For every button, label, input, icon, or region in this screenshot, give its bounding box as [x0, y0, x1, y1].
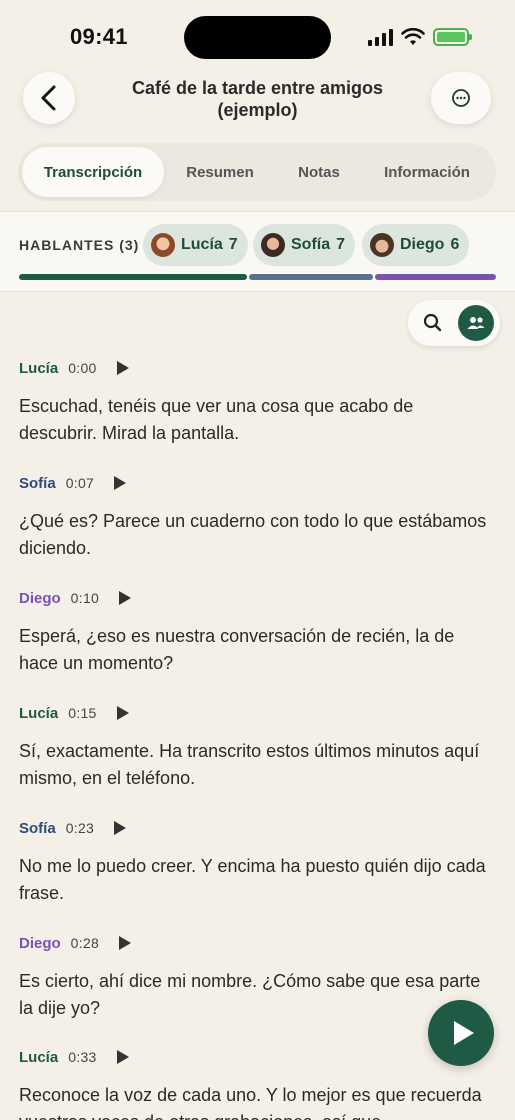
speaker-chip-name: Diego	[400, 236, 445, 253]
speaker-share-segment	[375, 274, 496, 280]
play-icon	[453, 1021, 474, 1045]
chevron-left-icon	[41, 85, 56, 111]
tab-transcripcion[interactable]: Transcripción	[22, 147, 164, 197]
entry-text: Esperá, ¿eso es nuestra conversación de …	[19, 626, 455, 673]
people-icon	[467, 317, 485, 329]
play-icon[interactable]	[119, 936, 132, 950]
speaker-share-segment	[19, 274, 247, 280]
transcript-tools	[408, 300, 500, 346]
play-icon[interactable]	[114, 821, 127, 835]
speaker-share-segment	[249, 274, 373, 280]
speaker-chip-diego[interactable]: Diego 6	[362, 224, 470, 266]
entry-speaker[interactable]: Lucía	[19, 705, 58, 722]
transcript-entry: Sofía 0:23 No me lo puedo creer. Y encim…	[19, 818, 489, 907]
speaker-chip-name: Sofía	[291, 236, 331, 253]
dynamic-island	[184, 16, 331, 59]
status-bar: 09:41	[0, 0, 515, 60]
entry-timestamp: 0:23	[65, 820, 95, 836]
play-icon[interactable]	[114, 476, 127, 490]
play-icon[interactable]	[119, 591, 132, 605]
speaker-chip-count: 6	[450, 236, 460, 253]
avatar	[370, 233, 394, 257]
tab-notas[interactable]: Notas	[276, 147, 362, 197]
entry-text: Sí, exactamente. Ha transcrito estos últ…	[19, 741, 480, 788]
entry-text: ¿Qué es? Parece un cuaderno con todo lo …	[19, 511, 487, 558]
entry-speaker[interactable]: Lucía	[19, 1049, 58, 1066]
entry-text: Escuchad, tenéis que ver una cosa que ac…	[19, 396, 414, 443]
status-icons	[368, 28, 472, 46]
avatar	[151, 233, 175, 257]
speaker-chip-sofia[interactable]: Sofía 7	[253, 224, 356, 266]
cellular-signal-icon	[368, 28, 393, 46]
avatar	[261, 233, 285, 257]
entry-speaker[interactable]: Diego	[19, 935, 61, 952]
entry-speaker[interactable]: Sofía	[19, 475, 56, 492]
entry-timestamp: 0:15	[68, 705, 97, 721]
battery-icon	[433, 28, 472, 46]
speaker-chip-count: 7	[228, 236, 238, 253]
transcript-entry: Sofía 0:07 ¿Qué es? Parece un cuaderno c…	[19, 473, 489, 562]
page-title: Café de la tarde entre amigos (ejemplo)	[131, 78, 384, 120]
entry-text: No me lo puedo creer. Y encima ha puesto…	[19, 856, 486, 903]
tab-informacion[interactable]: Información	[362, 147, 492, 197]
entry-timestamp: 0:33	[68, 1049, 97, 1065]
entry-timestamp: 0:07	[65, 475, 95, 491]
speaker-chip-name: Lucía	[181, 236, 223, 253]
entry-timestamp: 0:10	[70, 590, 100, 606]
speaker-chip-lucia[interactable]: Lucía 7	[143, 224, 248, 266]
back-button[interactable]	[23, 72, 75, 124]
more-options-button[interactable]	[431, 72, 491, 124]
speakers-label: HABLANTES (3)	[19, 237, 140, 253]
play-button[interactable]	[428, 1000, 494, 1066]
entry-speaker[interactable]: Sofía	[19, 820, 56, 837]
entry-timestamp: 0:28	[70, 935, 100, 951]
entry-timestamp: 0:00	[68, 360, 97, 376]
search-icon[interactable]	[422, 312, 444, 334]
tab-bar: Transcripción Resumen Notas Información	[18, 143, 496, 201]
entry-speaker[interactable]: Lucía	[19, 360, 58, 377]
speakers-filter-button[interactable]	[458, 305, 494, 341]
tab-resumen[interactable]: Resumen	[164, 147, 276, 197]
entry-speaker[interactable]: Diego	[19, 590, 61, 607]
wifi-icon	[401, 28, 425, 45]
play-icon[interactable]	[116, 706, 129, 720]
transcript-entry: Lucía 0:33 Reconoce la voz de cada uno. …	[19, 1047, 489, 1120]
transcript-entry: Diego 0:10 Esperá, ¿eso es nuestra conve…	[19, 588, 489, 677]
transcript-entry: Diego 0:28 Es cierto, ahí dice mi nombre…	[19, 933, 489, 1022]
entry-text: Es cierto, ahí dice mi nombre. ¿Cómo sab…	[19, 971, 481, 1018]
ellipsis-circle-icon	[452, 89, 470, 107]
play-icon[interactable]	[116, 1050, 129, 1064]
play-icon[interactable]	[116, 361, 129, 375]
transcript-entry: Lucía 0:00 Escuchad, tenéis que ver una …	[19, 358, 489, 447]
transcript-entry: Lucía 0:15 Sí, exactamente. Ha transcrit…	[19, 703, 489, 792]
status-time: 09:41	[70, 24, 128, 49]
speaker-chip-count: 7	[336, 236, 346, 253]
entry-text: Reconoce la voz de cada uno. Y lo mejor …	[19, 1085, 482, 1120]
